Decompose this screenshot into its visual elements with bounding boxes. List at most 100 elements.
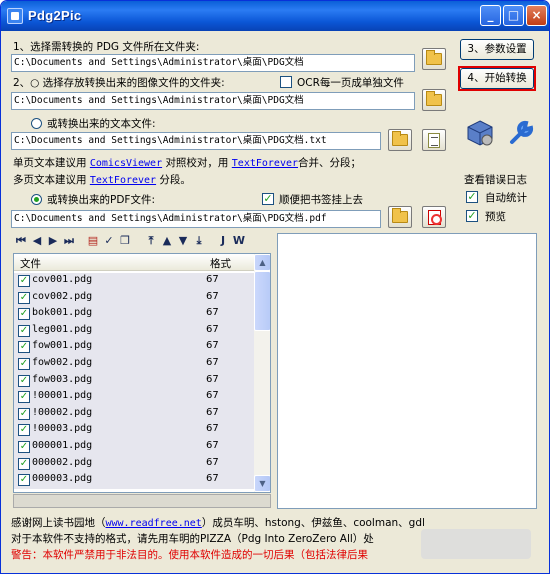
page-icon[interactable]: ▤ bbox=[86, 233, 100, 249]
ocr-label: OCR每一页成单独文件 bbox=[297, 77, 404, 89]
close-button[interactable]: × bbox=[526, 5, 547, 26]
title-bar[interactable]: Pdg2Pic _ □ × bbox=[1, 1, 549, 31]
readfree-link[interactable]: www.readfree.net bbox=[106, 518, 202, 529]
preview-checkbox[interactable]: ✓ bbox=[466, 210, 478, 222]
list-item[interactable]: ✓ 000003.pdg 67 bbox=[14, 472, 254, 489]
ocr-checkbox[interactable] bbox=[280, 76, 292, 88]
file-name: bok001.pdg bbox=[32, 307, 93, 319]
textforever-link[interactable]: TextForever bbox=[232, 158, 298, 169]
file-format: 67 bbox=[206, 456, 219, 468]
row-checkbox[interactable]: ✓ bbox=[18, 474, 30, 487]
hint-text: 分段。 bbox=[159, 174, 191, 186]
list-item[interactable]: ✓ fow003.pdg 67 bbox=[14, 372, 254, 390]
convert-tool-button[interactable] bbox=[463, 117, 497, 149]
list-item[interactable]: ✓ bok001.pdg 67 bbox=[14, 306, 254, 323]
row-checkbox[interactable]: ✓ bbox=[18, 358, 30, 370]
file-list[interactable]: 文件 格式 ✓ cov001.pdg 67 ✓ cov002.pdg 67 ✓ bok001.… bbox=[13, 253, 271, 493]
list-scrollbar[interactable]: ▲ ▼ bbox=[254, 254, 270, 492]
file-format: 67 bbox=[206, 440, 219, 451]
first-icon[interactable]: ⏮ bbox=[14, 233, 28, 249]
row-checkbox[interactable]: ✓ bbox=[18, 424, 30, 437]
wrench-icon bbox=[510, 120, 534, 144]
auto-stat-checkbox[interactable]: ✓ bbox=[466, 191, 478, 203]
hint-line2: 多页文本建议用 TextForever 分段。 bbox=[13, 172, 191, 187]
textforever-link-2[interactable]: TextForever bbox=[90, 175, 156, 186]
row-checkbox[interactable]: ✓ bbox=[18, 374, 30, 387]
maximize-button[interactable]: □ bbox=[503, 5, 524, 26]
row-checkbox[interactable]: ✓ bbox=[18, 457, 30, 470]
file-name: fow002.pdg bbox=[32, 357, 93, 368]
step2-label: 2、○ 选择存放转换出来的图像文件的文件夹: bbox=[13, 77, 225, 89]
copy-icon[interactable]: ❐ bbox=[118, 233, 132, 249]
list-item[interactable]: ✓ !00002.pdg 67 bbox=[14, 405, 254, 423]
credits-text: 感谢网上读书园地（ bbox=[11, 517, 106, 529]
browse-text-file-button[interactable] bbox=[388, 129, 412, 151]
row-checkbox[interactable]: ✓ bbox=[18, 324, 30, 337]
file-format: 67 bbox=[206, 473, 219, 485]
text-file-input[interactable]: C:\Documents and Settings\Administrator\… bbox=[11, 132, 381, 150]
prev-icon[interactable]: ◀ bbox=[30, 233, 44, 249]
list-item[interactable]: ✓ !00003.pdg 67 bbox=[14, 422, 254, 439]
file-format: 67 bbox=[206, 390, 219, 402]
image-folder-input[interactable]: C:\Documents and Settings\Administrator\… bbox=[11, 92, 415, 110]
list-item[interactable]: ✓ cov001.pdg 67 bbox=[14, 273, 254, 290]
row-checkbox[interactable]: ✓ bbox=[18, 407, 30, 420]
move-top-icon[interactable]: ⤒ bbox=[144, 233, 158, 249]
scroll-down-icon[interactable]: ▼ bbox=[254, 475, 270, 492]
list-hscroll[interactable] bbox=[13, 494, 271, 508]
row-checkbox[interactable]: ✓ bbox=[18, 275, 30, 287]
move-bottom-icon[interactable]: ⤓ bbox=[192, 233, 206, 249]
minimize-button[interactable]: _ bbox=[480, 5, 501, 26]
list-item[interactable]: ✓ fow001.pdg 67 bbox=[14, 339, 254, 356]
list-item[interactable]: ✓ !00001.pdg 67 bbox=[14, 389, 254, 406]
file-name: cov002.pdg bbox=[32, 290, 93, 302]
preview-label: 预览 bbox=[485, 211, 506, 223]
error-log-label[interactable]: 查看错误日志 bbox=[464, 172, 527, 187]
file-name: !00003.pdg bbox=[32, 423, 93, 435]
row-checkbox[interactable]: ✓ bbox=[18, 291, 30, 304]
move-down-icon[interactable]: ▼ bbox=[176, 233, 190, 249]
browse-image-folder-button[interactable] bbox=[422, 89, 446, 111]
text-file-radio[interactable] bbox=[31, 118, 42, 129]
move-up-icon[interactable]: ▲ bbox=[160, 233, 174, 249]
credits-line: 感谢网上读书园地（www.readfree.net）成员车明、hstong、伊兹… bbox=[11, 515, 425, 530]
scroll-up-icon[interactable]: ▲ bbox=[254, 254, 270, 271]
text-doc-button[interactable] bbox=[422, 129, 446, 151]
row-checkbox[interactable]: ✓ bbox=[18, 391, 30, 404]
w-icon[interactable]: W bbox=[232, 233, 246, 249]
next-icon[interactable]: ▶ bbox=[46, 233, 60, 249]
row-checkbox[interactable]: ✓ bbox=[18, 341, 30, 354]
column-file[interactable]: 文件 bbox=[20, 256, 41, 271]
main-window: Pdg2Pic _ □ × 1、选择需转换的 PDG 文件所在文件夹: C:\D… bbox=[0, 0, 550, 574]
pdg-folder-input[interactable]: C:\Documents and Settings\Administrator\… bbox=[11, 54, 415, 72]
comicsviewer-link[interactable]: ComicsViewer bbox=[90, 158, 162, 169]
file-format: 67 bbox=[206, 357, 219, 368]
j-icon[interactable]: J bbox=[216, 233, 230, 249]
browse-pdg-folder-button[interactable] bbox=[422, 48, 446, 70]
last-icon[interactable]: ⏭ bbox=[62, 233, 76, 249]
format-note: 对于本软件不支持的格式，请先用车明的PIZZA（Pdg Into ZeroZer… bbox=[11, 533, 374, 545]
file-format: 67 bbox=[206, 406, 219, 418]
list-item[interactable]: ✓ leg001.pdg 67 bbox=[14, 322, 254, 340]
browse-pdf-file-button[interactable] bbox=[388, 206, 412, 228]
pdf-file-input[interactable]: C:\Documents and Settings\Administrator\… bbox=[11, 210, 381, 228]
pdf-icon bbox=[427, 209, 442, 225]
pdf-open-button[interactable] bbox=[422, 206, 446, 228]
tools-button[interactable] bbox=[504, 117, 538, 149]
file-name: 000001.pdg bbox=[32, 440, 93, 451]
row-checkbox[interactable]: ✓ bbox=[18, 441, 30, 453]
list-item[interactable]: ✓ 000002.pdg 67 bbox=[14, 455, 254, 473]
list-item[interactable]: ✓ 000001.pdg 67 bbox=[14, 439, 254, 456]
row-checkbox[interactable]: ✓ bbox=[18, 308, 30, 321]
settings-button[interactable]: 3、参数设置 bbox=[460, 39, 534, 60]
check-icon[interactable]: ✓ bbox=[102, 233, 116, 249]
pdf-file-radio[interactable] bbox=[31, 194, 42, 205]
hint-line1: 单页文本建议用 ComicsViewer 对照校对，用 TextForever合… bbox=[13, 155, 361, 170]
list-item[interactable]: ✓ fow002.pdg 67 bbox=[14, 356, 254, 373]
file-name: leg001.pdg bbox=[32, 323, 93, 335]
column-format[interactable]: 格式 bbox=[210, 256, 231, 271]
hint-text: 合并、分段； bbox=[298, 157, 362, 169]
scroll-thumb[interactable] bbox=[254, 271, 270, 331]
bookmark-checkbox[interactable]: ✓ bbox=[262, 193, 274, 205]
list-item[interactable]: ✓ cov002.pdg 67 bbox=[14, 289, 254, 307]
